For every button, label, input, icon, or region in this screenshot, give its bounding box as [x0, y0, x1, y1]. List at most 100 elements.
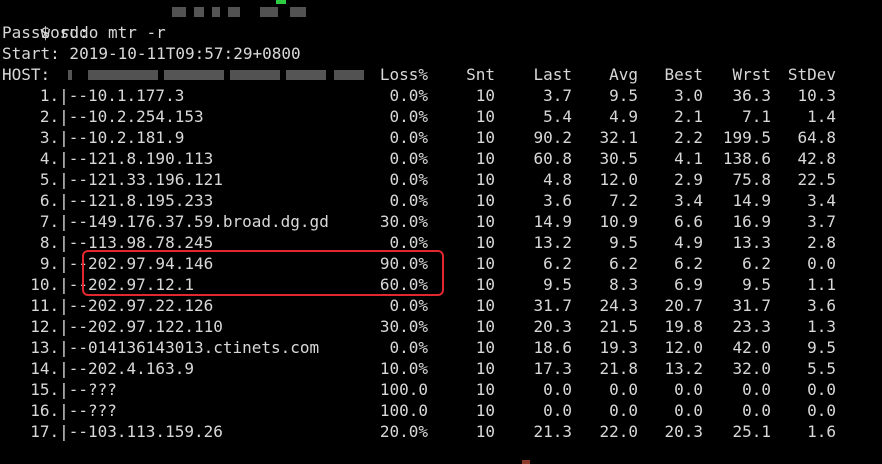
hop-last: 14.9	[533, 212, 572, 231]
hop-avg: 7.2	[609, 191, 638, 210]
table-row: 11.|-- 202.97.22.126 0.0% 10 31.7 24.3 20.7 31.…	[2, 295, 880, 316]
hop-wrst: 7.1	[742, 107, 771, 126]
hop-wrst: 199.5	[722, 128, 771, 147]
table-row: 4.|-- 121.8.190.113 0.0% 10 60.8 30.5 4.1 138.6…	[2, 148, 880, 169]
hop-best: 2.1	[674, 107, 703, 126]
hop-snt: 10	[475, 86, 495, 105]
table-row: 17.|-- 103.113.159.26 20.0% 10 21.3 22.0 20.3 2…	[2, 421, 880, 442]
hop-last: 21.3	[533, 422, 572, 441]
hop-best: 0.0	[674, 401, 703, 420]
hop-best: 6.2	[674, 254, 703, 273]
hop-stdev: 5.5	[807, 359, 836, 378]
table-row: 5.|-- 121.33.196.121 0.0% 10 4.8 12.0 2.9 75.8 2…	[2, 169, 880, 190]
hop-snt: 10	[475, 359, 495, 378]
hop-last: 4.8	[543, 170, 572, 189]
redacted-block	[172, 7, 186, 17]
hop-loss: 30.0%	[379, 212, 428, 231]
header-avg: Avg	[609, 65, 638, 84]
table-row: 2.|-- 10.2.254.153 0.0% 10 5.4 4.9 2.1 7.1 1.4	[2, 106, 880, 127]
hop-wrst: 138.6	[722, 149, 771, 168]
hop-best: 19.8	[664, 317, 703, 336]
hop-loss: 0.0%	[389, 86, 428, 105]
redacted-block	[68, 70, 72, 80]
redacted-block	[286, 70, 326, 80]
hop-stdev: 10.3	[797, 86, 836, 105]
hop-stdev: 3.6	[807, 296, 836, 315]
hop-avg: 24.3	[599, 296, 638, 315]
header-loss: Loss%	[379, 65, 428, 84]
hop-wrst: 42.0	[732, 338, 771, 357]
redacted-block	[260, 7, 278, 17]
hop-avg: 21.5	[599, 317, 638, 336]
hop-avg: 0.0	[609, 380, 638, 399]
hop-snt: 10	[475, 296, 495, 315]
hop-avg: 30.5	[599, 149, 638, 168]
table-row: 6.|-- 121.8.195.233 0.0% 10 3.6 7.2 3.4 14.9 3.4	[2, 190, 880, 211]
hop-stdev: 3.4	[807, 191, 836, 210]
hop-stdev: 1.4	[807, 107, 836, 126]
hop-avg: 9.5	[609, 233, 638, 252]
hop-loss: 0.0%	[389, 296, 428, 315]
hop-last: 20.3	[533, 317, 572, 336]
terminal-window[interactable]: $ sudo mtr -r Password: Start: 2019-10-1…	[0, 0, 882, 464]
hop-stdev: 1.1	[807, 275, 836, 294]
hop-number: 6.|--	[39, 191, 88, 210]
hop-wrst: 0.0	[742, 401, 771, 420]
table-row: 3.|-- 10.2.181.9 0.0% 10 90.2 32.1 2.2 199.5 64.…	[2, 127, 880, 148]
table-row: 14.|-- 202.4.163.9 10.0% 10 17.3 21.8 13.2 32.0…	[2, 358, 880, 379]
hop-number: 9.|--	[39, 254, 88, 273]
hop-last: 5.4	[543, 107, 572, 126]
hop-wrst: 23.3	[732, 317, 771, 336]
hop-snt: 10	[475, 128, 495, 147]
hop-last: 90.2	[533, 128, 572, 147]
hop-snt: 10	[475, 401, 495, 420]
table-row: 15.|--??? 100.0 10 0.0 0.0 0.0 0.0 0.0	[2, 379, 880, 400]
hop-best: 6.6	[674, 212, 703, 231]
header-best: Best	[664, 65, 703, 84]
hop-snt: 10	[475, 275, 495, 294]
hop-wrst: 0.0	[742, 380, 771, 399]
hop-best: 0.0	[674, 380, 703, 399]
hop-last: 13.2	[533, 233, 572, 252]
hop-wrst: 36.3	[732, 86, 771, 105]
host-label: HOST:	[2, 65, 51, 84]
hop-best: 4.1	[674, 149, 703, 168]
table-row: 7.|-- 149.176.37.59.broad.dg.gd 30.0% 10 14.…	[2, 211, 880, 232]
terminal-tab-indicator	[276, 0, 286, 4]
hop-stdev: 42.8	[797, 149, 836, 168]
hop-best: 13.2	[664, 359, 703, 378]
hop-loss: 0.0%	[389, 149, 428, 168]
hop-loss: 0.0%	[389, 191, 428, 210]
redacted-block	[164, 70, 224, 80]
hop-number: 1.|--	[39, 86, 88, 105]
hop-wrst: 32.0	[732, 359, 771, 378]
hop-snt: 10	[475, 107, 495, 126]
hop-last: 9.5	[543, 275, 572, 294]
hop-stdev: 22.5	[797, 170, 836, 189]
hop-loss: 0.0%	[389, 107, 428, 126]
hop-snt: 10	[475, 212, 495, 231]
hop-number: 2.|--	[39, 107, 88, 126]
hop-number: 14.|--	[30, 359, 88, 378]
hop-snt: 10	[475, 149, 495, 168]
hop-last: 6.2	[543, 254, 572, 273]
hop-number: 17.|--	[30, 422, 88, 441]
hop-number: 11.|--	[30, 296, 88, 315]
start-line: Start: 2019-10-11T09:57:29+0800	[2, 44, 301, 63]
hop-loss: 100.0	[379, 401, 428, 420]
hop-stdev: 0.0	[807, 380, 836, 399]
hop-number: 10.|--	[30, 275, 88, 294]
hop-avg: 21.8	[599, 359, 638, 378]
redacted-block	[212, 7, 220, 17]
hop-loss: 0.0%	[389, 170, 428, 189]
hop-number: 8.|--	[39, 233, 88, 252]
hop-number: 12.|--	[30, 317, 88, 336]
hop-number: 7.|--	[39, 212, 88, 231]
redacted-block	[290, 7, 306, 17]
hop-wrst: 14.9	[732, 191, 771, 210]
hop-snt: 10	[475, 380, 495, 399]
table-row: 13.|-- 014136143013.ctinets.com 0.0% 10 18.6…	[2, 337, 880, 358]
hop-loss: 10.0%	[379, 359, 428, 378]
hop-last: 18.6	[533, 338, 572, 357]
redacted-block	[228, 7, 240, 17]
